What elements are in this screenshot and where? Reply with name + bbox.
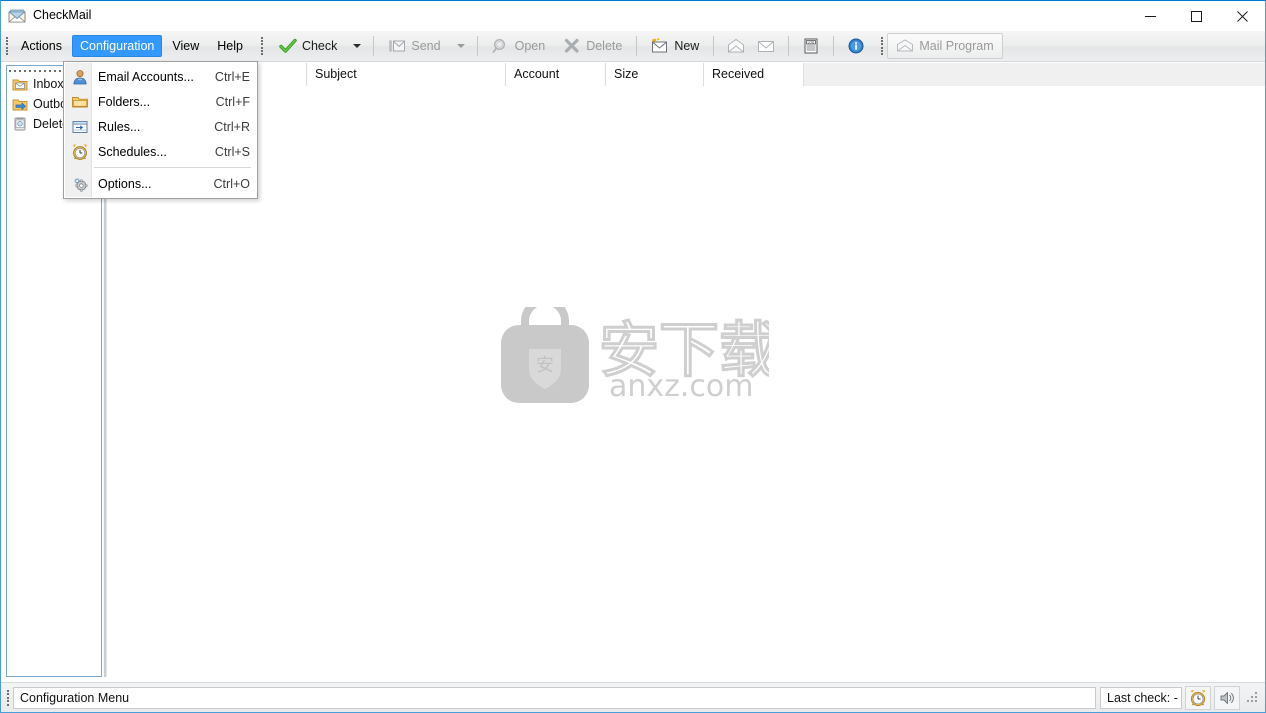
configuration-dropdown-menu: Email Accounts... Ctrl+E Folders... Ctrl… [63, 61, 258, 199]
window-title: CheckMail [33, 8, 92, 22]
menu-item-label: Folders... [98, 94, 151, 109]
message-list-header: Subject Account Size Received [257, 63, 1265, 86]
menu-view[interactable]: View [164, 35, 207, 57]
log-button[interactable]: LOG [796, 34, 826, 58]
green-check-icon [279, 38, 297, 54]
speaker-icon[interactable] [1214, 685, 1240, 710]
menu-item-label: Options... [98, 176, 152, 191]
send-mail-icon [388, 38, 406, 54]
new-button-label: New [674, 39, 700, 53]
menu-help[interactable]: Help [209, 35, 251, 57]
column-header-icon[interactable] [257, 63, 307, 86]
open-button-label: Open [514, 39, 546, 53]
open-button[interactable]: Open [485, 34, 553, 58]
maximize-button[interactable] [1173, 1, 1219, 31]
watermark-domain: anxz.com [609, 369, 754, 404]
inbox-folder-icon [12, 76, 28, 92]
log-document-icon: LOG [802, 38, 820, 54]
column-header-account[interactable]: Account [506, 63, 606, 86]
toolbar-separator-4 [713, 36, 715, 56]
menu-item-accelerator: Ctrl+O [213, 176, 250, 191]
menu-item-accelerator: Ctrl+S [214, 144, 250, 159]
window-controls [1127, 1, 1265, 31]
delete-button-label: Delete [586, 39, 623, 53]
menu-actions[interactable]: Actions [13, 35, 70, 57]
statusbar-grip [3, 688, 13, 708]
chevron-down-icon [456, 44, 465, 48]
check-button-label: Check [301, 39, 338, 53]
menu-item-accelerator: Ctrl+R [214, 119, 250, 134]
title-bar: CheckMail [1, 1, 1265, 31]
mail-open-icon [727, 38, 745, 54]
toolbar-separator-5 [788, 36, 790, 56]
rules-grid-icon [68, 118, 92, 136]
menu-item-options[interactable]: Options... Ctrl+O [64, 171, 257, 196]
check-dropdown-button[interactable] [344, 34, 366, 58]
new-mail-icon [651, 38, 669, 54]
column-header-subject[interactable]: Subject [307, 63, 506, 86]
menu-item-label: Email Accounts... [98, 69, 194, 84]
alarm-clock-icon [68, 143, 92, 161]
resize-grip[interactable] [1245, 690, 1261, 706]
send-button-label: Send [411, 39, 441, 53]
checkmail-window: CheckMail Actions Configuration View Hel… [0, 0, 1266, 713]
svg-text:LOG: LOG [808, 40, 815, 44]
column-header-filler [804, 63, 1265, 86]
toolbar-separator-2 [476, 36, 478, 56]
menu-item-folders[interactable]: Folders... Ctrl+F [64, 89, 257, 114]
send-dropdown-button[interactable] [448, 34, 470, 58]
delete-button[interactable]: Delete [556, 34, 629, 58]
toolbar-separator-3 [636, 36, 638, 56]
status-bar: Configuration Menu Last check: - [1, 682, 1265, 712]
outbox-folder-icon [12, 96, 28, 112]
column-header-received[interactable]: Received [704, 63, 804, 86]
menu-item-accelerator: Ctrl+F [215, 94, 250, 109]
gear-icon [68, 175, 92, 193]
menu-item-label: Rules... [98, 119, 141, 134]
mail-program-icon [896, 38, 914, 54]
column-header-size[interactable]: Size [606, 63, 704, 86]
menubar-drag-grip[interactable] [2, 35, 11, 57]
menu-configuration[interactable]: Configuration [72, 35, 163, 57]
mail-closed-button[interactable] [751, 34, 781, 58]
toolbar-drag-grip[interactable] [258, 35, 267, 57]
menu-item-label: Schedules... [98, 144, 167, 159]
menu-item-accelerator: Ctrl+E [214, 69, 250, 84]
status-message: Configuration Menu [13, 686, 1096, 709]
x-delete-icon [563, 38, 581, 54]
sidebar-item-label: Inbox [33, 77, 64, 91]
mail-program-label: Mail Program [919, 39, 994, 53]
mail-open-button[interactable] [721, 34, 751, 58]
send-button[interactable]: Send [381, 34, 447, 58]
deleted-folder-icon [12, 116, 28, 132]
close-button[interactable] [1219, 1, 1265, 31]
menu-toolbar: Actions Configuration View Help Check Se… [1, 31, 1265, 62]
toolbar-separator-6 [833, 36, 835, 56]
minimize-button[interactable] [1127, 1, 1173, 31]
last-check-panel: Last check: - [1100, 686, 1182, 709]
chevron-down-icon [353, 44, 362, 48]
menu-item-email-accounts[interactable]: Email Accounts... Ctrl+E [64, 64, 257, 89]
user-account-icon [68, 68, 92, 86]
menu-item-rules[interactable]: Rules... Ctrl+R [64, 114, 257, 139]
toolbar-separator-1 [373, 36, 375, 56]
menu-item-schedules[interactable]: Schedules... Ctrl+S [64, 139, 257, 164]
new-button[interactable]: New [644, 34, 706, 58]
check-button[interactable]: Check [272, 34, 344, 58]
magnifier-icon [492, 38, 510, 54]
mailprogram-drag-grip[interactable] [877, 35, 886, 57]
info-button[interactable] [841, 34, 871, 58]
mail-closed-icon [757, 38, 775, 54]
menu-separator [94, 167, 251, 168]
folder-icon [68, 93, 92, 111]
alarm-clock-icon[interactable] [1185, 685, 1211, 710]
mail-envelope-icon [7, 7, 27, 24]
info-icon [847, 38, 865, 54]
mail-program-button[interactable]: Mail Program [887, 33, 1003, 59]
